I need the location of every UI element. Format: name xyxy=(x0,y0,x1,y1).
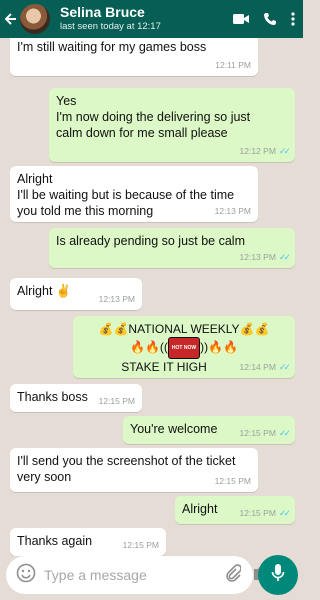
message-list[interactable]: I'm still waiting for my games boss 12:1… xyxy=(0,38,303,556)
message-time: 12:15 PM xyxy=(98,396,135,406)
emoji-icon[interactable] xyxy=(16,563,36,588)
message-time: 12:14 PM xyxy=(239,362,276,372)
message-time: 12:15 PM xyxy=(239,508,276,518)
message-text: Is already pending so just be calm xyxy=(56,234,245,248)
contact-info[interactable]: Selina Bruce last seen today at 12:17 xyxy=(60,4,233,33)
message-bubble-outgoing[interactable]: Alright 12:15 PM ✓✓ xyxy=(175,496,295,524)
message-time: 12:11 PM xyxy=(215,60,251,70)
message-time: 12:13 PM xyxy=(239,252,276,262)
message-time: 12:15 PM xyxy=(239,428,276,438)
message-time: 12:12 PM xyxy=(239,146,276,156)
message-text: Alright xyxy=(17,172,53,186)
back-arrow-icon[interactable] xyxy=(4,12,18,26)
message-text: Yes xyxy=(56,94,77,108)
message-bubble-incoming[interactable]: Thanks boss 12:15 PM xyxy=(10,384,142,412)
read-receipt-ticks-icon: ✓✓ xyxy=(278,508,291,518)
message-bubble-incoming[interactable]: Thanks again 12:15 PM xyxy=(10,528,166,556)
message-bubble-outgoing[interactable]: Yes I'm now doing the delivering so just… xyxy=(49,88,295,162)
message-text: 💰💰NATIONAL WEEKLY💰💰 xyxy=(98,322,270,336)
contact-name: Selina Bruce xyxy=(60,4,145,21)
more-options-icon[interactable] xyxy=(291,12,295,26)
message-bubble-outgoing[interactable]: 💰💰NATIONAL WEEKLY💰💰 🔥🔥((HOT NOW))🔥🔥 STAK… xyxy=(73,316,295,378)
message-bubble-incoming[interactable]: I'll send you the screenshot of the tick… xyxy=(10,448,258,492)
read-receipt-ticks-icon: ✓✓ xyxy=(278,146,291,156)
contact-avatar[interactable] xyxy=(20,4,50,34)
message-bubble-incoming[interactable]: Alright ✌ 12:13 PM xyxy=(10,278,142,310)
microphone-icon xyxy=(271,563,285,588)
message-text: I'll be waiting but is because of the ti… xyxy=(17,188,235,202)
read-receipt-ticks-icon: ✓✓ xyxy=(278,428,291,438)
message-text: 🔥🔥(( xyxy=(130,340,168,355)
message-bubble-outgoing[interactable]: You're welcome 12:15 PM ✓✓ xyxy=(123,416,295,444)
message-text: calm down for me small please xyxy=(56,126,228,140)
message-time: 12:15 PM xyxy=(122,540,159,550)
phone-call-icon[interactable] xyxy=(263,12,277,26)
read-receipt-ticks-icon: ✓✓ xyxy=(278,252,291,262)
message-bubble-incoming[interactable]: I'm still waiting for my games boss 12:1… xyxy=(10,38,258,76)
message-time: 12:13 PM xyxy=(214,206,251,216)
read-receipt-ticks-icon: ✓✓ xyxy=(278,362,291,372)
message-time: 12:15 PM xyxy=(214,476,251,486)
message-text: I'm still waiting for my games boss xyxy=(17,40,207,54)
message-text: I'm now doing the delivering so just xyxy=(56,110,251,124)
paperclip-icon[interactable] xyxy=(225,563,242,587)
hot-now-badge: HOT NOW xyxy=(167,337,201,359)
message-composer xyxy=(6,556,270,594)
message-text: I'll send you the screenshot of the tick… xyxy=(17,454,236,468)
message-input[interactable] xyxy=(44,567,225,583)
last-seen-status: last seen today at 12:17 xyxy=(60,21,161,33)
message-bubble-incoming[interactable]: Alright I'll be waiting but is because o… xyxy=(10,166,258,222)
message-text: ))🔥🔥 xyxy=(200,340,238,355)
microphone-button[interactable] xyxy=(258,555,298,595)
message-bubble-outgoing[interactable]: Is already pending so just be calm 12:13… xyxy=(49,228,295,268)
chat-header: Selina Bruce last seen today at 12:17 xyxy=(0,0,303,38)
video-call-icon[interactable] xyxy=(233,13,249,25)
message-time: 12:13 PM xyxy=(98,294,135,304)
